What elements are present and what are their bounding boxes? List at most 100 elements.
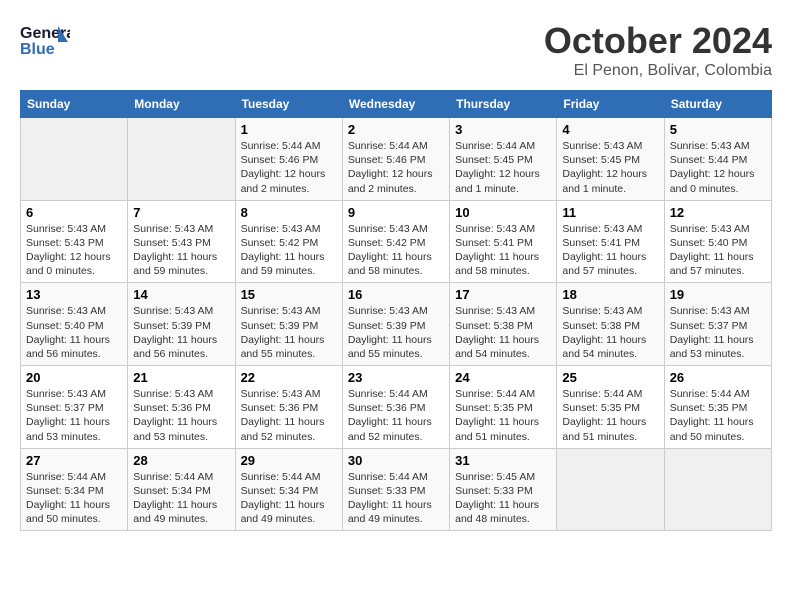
day-number: 4 bbox=[562, 122, 658, 137]
table-row: 22Sunrise: 5:43 AMSunset: 5:36 PMDayligh… bbox=[235, 366, 342, 449]
table-row: 20 Sunrise: 5:43 AMSunset: 5:37 PMDayligh… bbox=[21, 366, 128, 449]
day-number: 7 bbox=[133, 205, 229, 220]
table-row: 2Sunrise: 5:44 AMSunset: 5:46 PMDaylight… bbox=[342, 118, 449, 201]
col-sunday: Sunday bbox=[21, 91, 128, 118]
logo-container: General Blue bbox=[20, 20, 70, 60]
table-row: 5 Sunrise: 5:43 AMSunset: 5:44 PMDaylight… bbox=[664, 118, 771, 201]
day-info: Sunrise: 5:43 AMSunset: 5:43 PMDaylight:… bbox=[133, 222, 229, 279]
table-row bbox=[21, 118, 128, 201]
table-row: 14 Sunrise: 5:43 AMSunset: 5:39 PMDayligh… bbox=[128, 283, 235, 366]
table-row: 15 Sunrise: 5:43 AMSunset: 5:39 PMDayligh… bbox=[235, 283, 342, 366]
table-row: 10 Sunrise: 5:43 AMSunset: 5:41 PMDayligh… bbox=[450, 200, 557, 283]
col-monday: Monday bbox=[128, 91, 235, 118]
col-friday: Friday bbox=[557, 91, 664, 118]
day-number: 24 bbox=[455, 370, 551, 385]
table-row: 11 Sunrise: 5:43 AMSunset: 5:41 PMDayligh… bbox=[557, 200, 664, 283]
logo-area: General Blue bbox=[20, 20, 70, 60]
day-number: 27 bbox=[26, 453, 122, 468]
table-row: 30 Sunrise: 5:44 AMSunset: 5:33 PMDayligh… bbox=[342, 448, 449, 531]
day-number: 13 bbox=[26, 287, 122, 302]
col-saturday: Saturday bbox=[664, 91, 771, 118]
day-info: Sunrise: 5:43 AMSunset: 5:39 PMDaylight:… bbox=[241, 304, 337, 361]
day-info: Sunrise: 5:44 AMSunset: 5:34 PMDaylight:… bbox=[26, 470, 122, 527]
day-number: 15 bbox=[241, 287, 337, 302]
day-number: 29 bbox=[241, 453, 337, 468]
day-number: 1 bbox=[241, 122, 337, 137]
day-number: 30 bbox=[348, 453, 444, 468]
day-number: 3 bbox=[455, 122, 551, 137]
table-row: 1 Sunrise: 5:44 AMSunset: 5:46 PMDaylight… bbox=[235, 118, 342, 201]
table-row: 18Sunrise: 5:43 AMSunset: 5:38 PMDayligh… bbox=[557, 283, 664, 366]
table-row: 6 Sunrise: 5:43 AMSunset: 5:43 PMDaylight… bbox=[21, 200, 128, 283]
day-number: 16 bbox=[348, 287, 444, 302]
day-info: Sunrise: 5:43 AMSunset: 5:40 PMDaylight:… bbox=[670, 222, 766, 279]
svg-text:Blue: Blue bbox=[20, 41, 55, 58]
col-wednesday: Wednesday bbox=[342, 91, 449, 118]
day-info: Sunrise: 5:43 AMSunset: 5:44 PMDaylight:… bbox=[670, 139, 766, 196]
title-area: October 2024 El Penon, Bolivar, Colombia bbox=[544, 20, 772, 80]
day-number: 23 bbox=[348, 370, 444, 385]
day-info: Sunrise: 5:44 AMSunset: 5:35 PMDaylight:… bbox=[562, 387, 658, 444]
table-row: 21 Sunrise: 5:43 AMSunset: 5:36 PMDayligh… bbox=[128, 366, 235, 449]
table-row: 16 Sunrise: 5:43 AMSunset: 5:39 PMDayligh… bbox=[342, 283, 449, 366]
day-info: Sunrise: 5:43 AMSunset: 5:41 PMDaylight:… bbox=[562, 222, 658, 279]
day-number: 9 bbox=[348, 205, 444, 220]
day-info: Sunrise: 5:44 AMSunset: 5:46 PMDaylight:… bbox=[241, 139, 337, 196]
day-info: Sunrise: 5:44 AMSunset: 5:33 PMDaylight:… bbox=[348, 470, 444, 527]
day-number: 2 bbox=[348, 122, 444, 137]
table-row: 26 Sunrise: 5:44 AMSunset: 5:35 PMDayligh… bbox=[664, 366, 771, 449]
day-number: 14 bbox=[133, 287, 229, 302]
logo-icon: General Blue bbox=[20, 20, 70, 60]
table-row: 19Sunrise: 5:43 AMSunset: 5:37 PMDayligh… bbox=[664, 283, 771, 366]
day-number: 28 bbox=[133, 453, 229, 468]
day-number: 11 bbox=[562, 205, 658, 220]
day-number: 20 bbox=[26, 370, 122, 385]
table-row: 4 Sunrise: 5:43 AMSunset: 5:45 PMDaylight… bbox=[557, 118, 664, 201]
day-info: Sunrise: 5:43 AMSunset: 5:36 PMDaylight:… bbox=[133, 387, 229, 444]
day-number: 25 bbox=[562, 370, 658, 385]
col-tuesday: Tuesday bbox=[235, 91, 342, 118]
day-info: Sunrise: 5:43 AMSunset: 5:41 PMDaylight:… bbox=[455, 222, 551, 279]
month-title: October 2024 bbox=[544, 20, 772, 62]
table-row: 12 Sunrise: 5:43 AMSunset: 5:40 PMDayligh… bbox=[664, 200, 771, 283]
day-info: Sunrise: 5:43 AMSunset: 5:40 PMDaylight:… bbox=[26, 304, 122, 361]
location-title: El Penon, Bolivar, Colombia bbox=[544, 62, 772, 80]
table-row bbox=[664, 448, 771, 531]
table-row: 28 Sunrise: 5:44 AMSunset: 5:34 PMDayligh… bbox=[128, 448, 235, 531]
col-thursday: Thursday bbox=[450, 91, 557, 118]
day-info: Sunrise: 5:43 AMSunset: 5:37 PMDaylight:… bbox=[26, 387, 122, 444]
table-row bbox=[128, 118, 235, 201]
table-row: 29 Sunrise: 5:44 AMSunset: 5:34 PMDayligh… bbox=[235, 448, 342, 531]
calendar-table: Sunday Monday Tuesday Wednesday Thursday… bbox=[20, 90, 772, 531]
day-number: 5 bbox=[670, 122, 766, 137]
table-row: 8 Sunrise: 5:43 AMSunset: 5:42 PMDaylight… bbox=[235, 200, 342, 283]
day-info: Sunrise: 5:44 AMSunset: 5:35 PMDaylight:… bbox=[670, 387, 766, 444]
page: General Blue October 2024 El Penon, Boli… bbox=[0, 0, 792, 541]
day-info: Sunrise: 5:44 AMSunset: 5:45 PMDaylight:… bbox=[455, 139, 551, 196]
day-number: 21 bbox=[133, 370, 229, 385]
day-info: Sunrise: 5:43 AMSunset: 5:37 PMDaylight:… bbox=[670, 304, 766, 361]
day-info: Sunrise: 5:44 AMSunset: 5:34 PMDaylight:… bbox=[133, 470, 229, 527]
day-info: Sunrise: 5:44 AMSunset: 5:34 PMDaylight:… bbox=[241, 470, 337, 527]
day-info: Sunrise: 5:43 AMSunset: 5:43 PMDaylight:… bbox=[26, 222, 122, 279]
day-number: 31 bbox=[455, 453, 551, 468]
day-info: Sunrise: 5:43 AMSunset: 5:39 PMDaylight:… bbox=[348, 304, 444, 361]
day-number: 6 bbox=[26, 205, 122, 220]
day-info: Sunrise: 5:43 AMSunset: 5:38 PMDaylight:… bbox=[455, 304, 551, 361]
table-row bbox=[557, 448, 664, 531]
header-row-days: Sunday Monday Tuesday Wednesday Thursday… bbox=[21, 91, 772, 118]
table-row: 17Sunrise: 5:43 AMSunset: 5:38 PMDayligh… bbox=[450, 283, 557, 366]
table-row: 25 Sunrise: 5:44 AMSunset: 5:35 PMDayligh… bbox=[557, 366, 664, 449]
table-row: 23Sunrise: 5:44 AMSunset: 5:36 PMDayligh… bbox=[342, 366, 449, 449]
day-info: Sunrise: 5:43 AMSunset: 5:36 PMDaylight:… bbox=[241, 387, 337, 444]
table-row: 13 Sunrise: 5:43 AMSunset: 5:40 PMDayligh… bbox=[21, 283, 128, 366]
day-info: Sunrise: 5:43 AMSunset: 5:45 PMDaylight:… bbox=[562, 139, 658, 196]
day-number: 8 bbox=[241, 205, 337, 220]
day-number: 10 bbox=[455, 205, 551, 220]
header-row: General Blue October 2024 El Penon, Boli… bbox=[20, 20, 772, 80]
day-number: 12 bbox=[670, 205, 766, 220]
day-info: Sunrise: 5:43 AMSunset: 5:42 PMDaylight:… bbox=[241, 222, 337, 279]
day-number: 26 bbox=[670, 370, 766, 385]
day-info: Sunrise: 5:43 AMSunset: 5:39 PMDaylight:… bbox=[133, 304, 229, 361]
table-row: 7 Sunrise: 5:43 AMSunset: 5:43 PMDaylight… bbox=[128, 200, 235, 283]
